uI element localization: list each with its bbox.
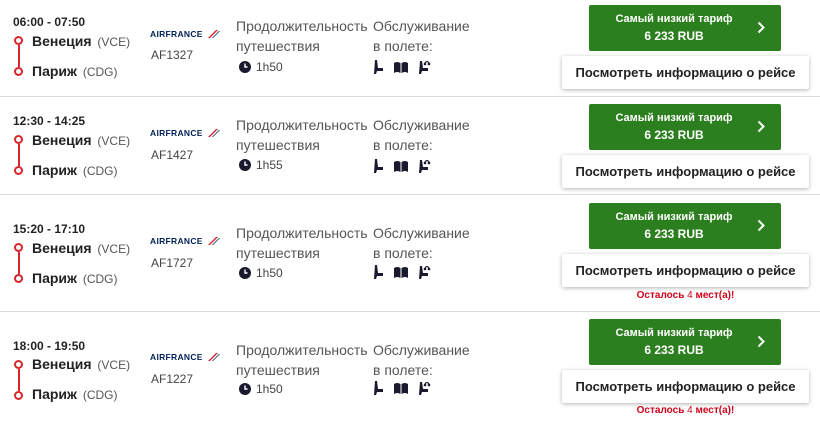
arrival-city: Париж (CDG) xyxy=(32,270,118,286)
fare-label: Самый низкий тариф xyxy=(615,13,733,25)
fare-label: Самый низкий тариф xyxy=(615,211,733,223)
lowest-fare-button[interactable]: Самый низкий тариф 6 233 RUB xyxy=(589,104,781,150)
flight-card: 06:00 - 07:50 Венеция (VCE) Париж (CDG) … xyxy=(0,0,820,97)
duration-value: 1h50 xyxy=(239,382,283,396)
flight-info-button[interactable]: Посмотреть информацию о рейсе xyxy=(562,254,809,287)
duration-label: Продолжительность путешествия xyxy=(236,225,368,261)
route-line xyxy=(14,360,24,400)
service-icons xyxy=(373,158,431,174)
seat-icon xyxy=(374,265,383,279)
svg-text:AIRFRANCE: AIRFRANCE xyxy=(150,236,203,246)
service-icons xyxy=(373,380,431,396)
svg-text:AIRFRANCE: AIRFRANCE xyxy=(150,29,203,39)
arrival-city: Париж (CDG) xyxy=(32,63,118,79)
flight-number: AF1327 xyxy=(151,48,194,62)
air-france-logo: AIRFRANCE xyxy=(150,352,220,362)
chevron-right-icon xyxy=(757,335,765,348)
flight-info-button[interactable]: Посмотреть информацию о рейсе xyxy=(562,370,809,403)
fare-price: 6 233 RUB xyxy=(644,343,704,357)
flight-time: 06:00 - 07:50 xyxy=(13,15,86,29)
chevron-right-icon xyxy=(757,219,765,232)
departure-city: Венеция (VCE) xyxy=(32,132,131,148)
flight-card: 18:00 - 19:50 Венеция (VCE) Париж (CDG) … xyxy=(0,312,820,422)
service-icons xyxy=(373,59,431,75)
seat-icon xyxy=(374,60,383,74)
fare-label: Самый низкий тариф xyxy=(615,112,733,124)
fare-price: 6 233 RUB xyxy=(644,29,704,43)
fare-label: Самый низкий тариф xyxy=(615,327,733,339)
flight-number: AF1227 xyxy=(151,372,194,386)
duration-value: 1h50 xyxy=(239,60,283,74)
magazine-icon xyxy=(394,161,408,172)
service-icons xyxy=(373,264,431,280)
service-label: Обслуживание в полете: xyxy=(373,18,470,54)
clock-icon xyxy=(239,383,251,395)
departure-city: Венеция (VCE) xyxy=(32,240,131,256)
duration-value: 1h55 xyxy=(239,158,283,172)
duration-label: Продолжительность путешествия xyxy=(236,342,368,378)
flight-card: 15:20 - 17:10 Венеция (VCE) Париж (CDG) … xyxy=(0,195,820,312)
seat-icon xyxy=(374,381,383,395)
magazine-icon xyxy=(394,383,408,394)
air-france-logo: AIRFRANCE xyxy=(150,236,220,246)
flight-number: AF1727 xyxy=(151,256,194,270)
clock-icon xyxy=(239,267,251,279)
service-label: Обслуживание в полете: xyxy=(373,342,470,378)
service-label: Обслуживание в полете: xyxy=(373,117,470,153)
duration-value: 1h50 xyxy=(239,266,283,280)
fare-price: 6 233 RUB xyxy=(644,128,704,142)
seat-headphone-icon xyxy=(419,265,431,279)
service-label: Обслуживание в полете: xyxy=(373,225,470,261)
seat-headphone-icon xyxy=(419,381,431,395)
duration-label: Продолжительность путешествия xyxy=(236,117,368,153)
magazine-icon xyxy=(394,267,408,278)
seats-left-warning: Осталось 4 мест(а)! xyxy=(636,405,735,416)
route-line xyxy=(14,135,24,175)
seat-headphone-icon xyxy=(419,159,431,173)
clock-icon xyxy=(239,61,251,73)
flight-time: 15:20 - 17:10 xyxy=(13,222,86,236)
lowest-fare-button[interactable]: Самый низкий тариф 6 233 RUB xyxy=(589,319,781,365)
chevron-right-icon xyxy=(757,120,765,133)
duration-label: Продолжительность путешествия xyxy=(236,18,368,54)
flight-info-button[interactable]: Посмотреть информацию о рейсе xyxy=(562,155,809,188)
departure-city: Венеция (VCE) xyxy=(32,33,131,49)
departure-city: Венеция (VCE) xyxy=(32,356,131,372)
seat-icon xyxy=(374,159,383,173)
lowest-fare-button[interactable]: Самый низкий тариф 6 233 RUB xyxy=(589,5,781,51)
lowest-fare-button[interactable]: Самый низкий тариф 6 233 RUB xyxy=(589,203,781,249)
arrival-city: Париж (CDG) xyxy=(32,386,118,402)
route-line xyxy=(14,243,24,283)
seat-headphone-icon xyxy=(419,60,431,74)
flight-card: 12:30 - 14:25 Венеция (VCE) Париж (CDG) … xyxy=(0,97,820,195)
flight-time: 18:00 - 19:50 xyxy=(13,339,86,353)
air-france-logo: AIRFRANCE xyxy=(150,29,220,39)
seats-left-warning: Осталось 4 мест(а)! xyxy=(636,290,735,301)
arrival-city: Париж (CDG) xyxy=(32,162,118,178)
svg-text:AIRFRANCE: AIRFRANCE xyxy=(150,128,203,138)
flight-number: AF1427 xyxy=(151,148,194,162)
route-line xyxy=(14,36,24,76)
fare-price: 6 233 RUB xyxy=(644,227,704,241)
air-france-logo: AIRFRANCE xyxy=(150,128,220,138)
clock-icon xyxy=(239,159,251,171)
flight-time: 12:30 - 14:25 xyxy=(13,114,86,128)
chevron-right-icon xyxy=(757,21,765,34)
magazine-icon xyxy=(394,62,408,73)
svg-text:AIRFRANCE: AIRFRANCE xyxy=(150,352,203,362)
flight-info-button[interactable]: Посмотреть информацию о рейсе xyxy=(562,56,809,89)
